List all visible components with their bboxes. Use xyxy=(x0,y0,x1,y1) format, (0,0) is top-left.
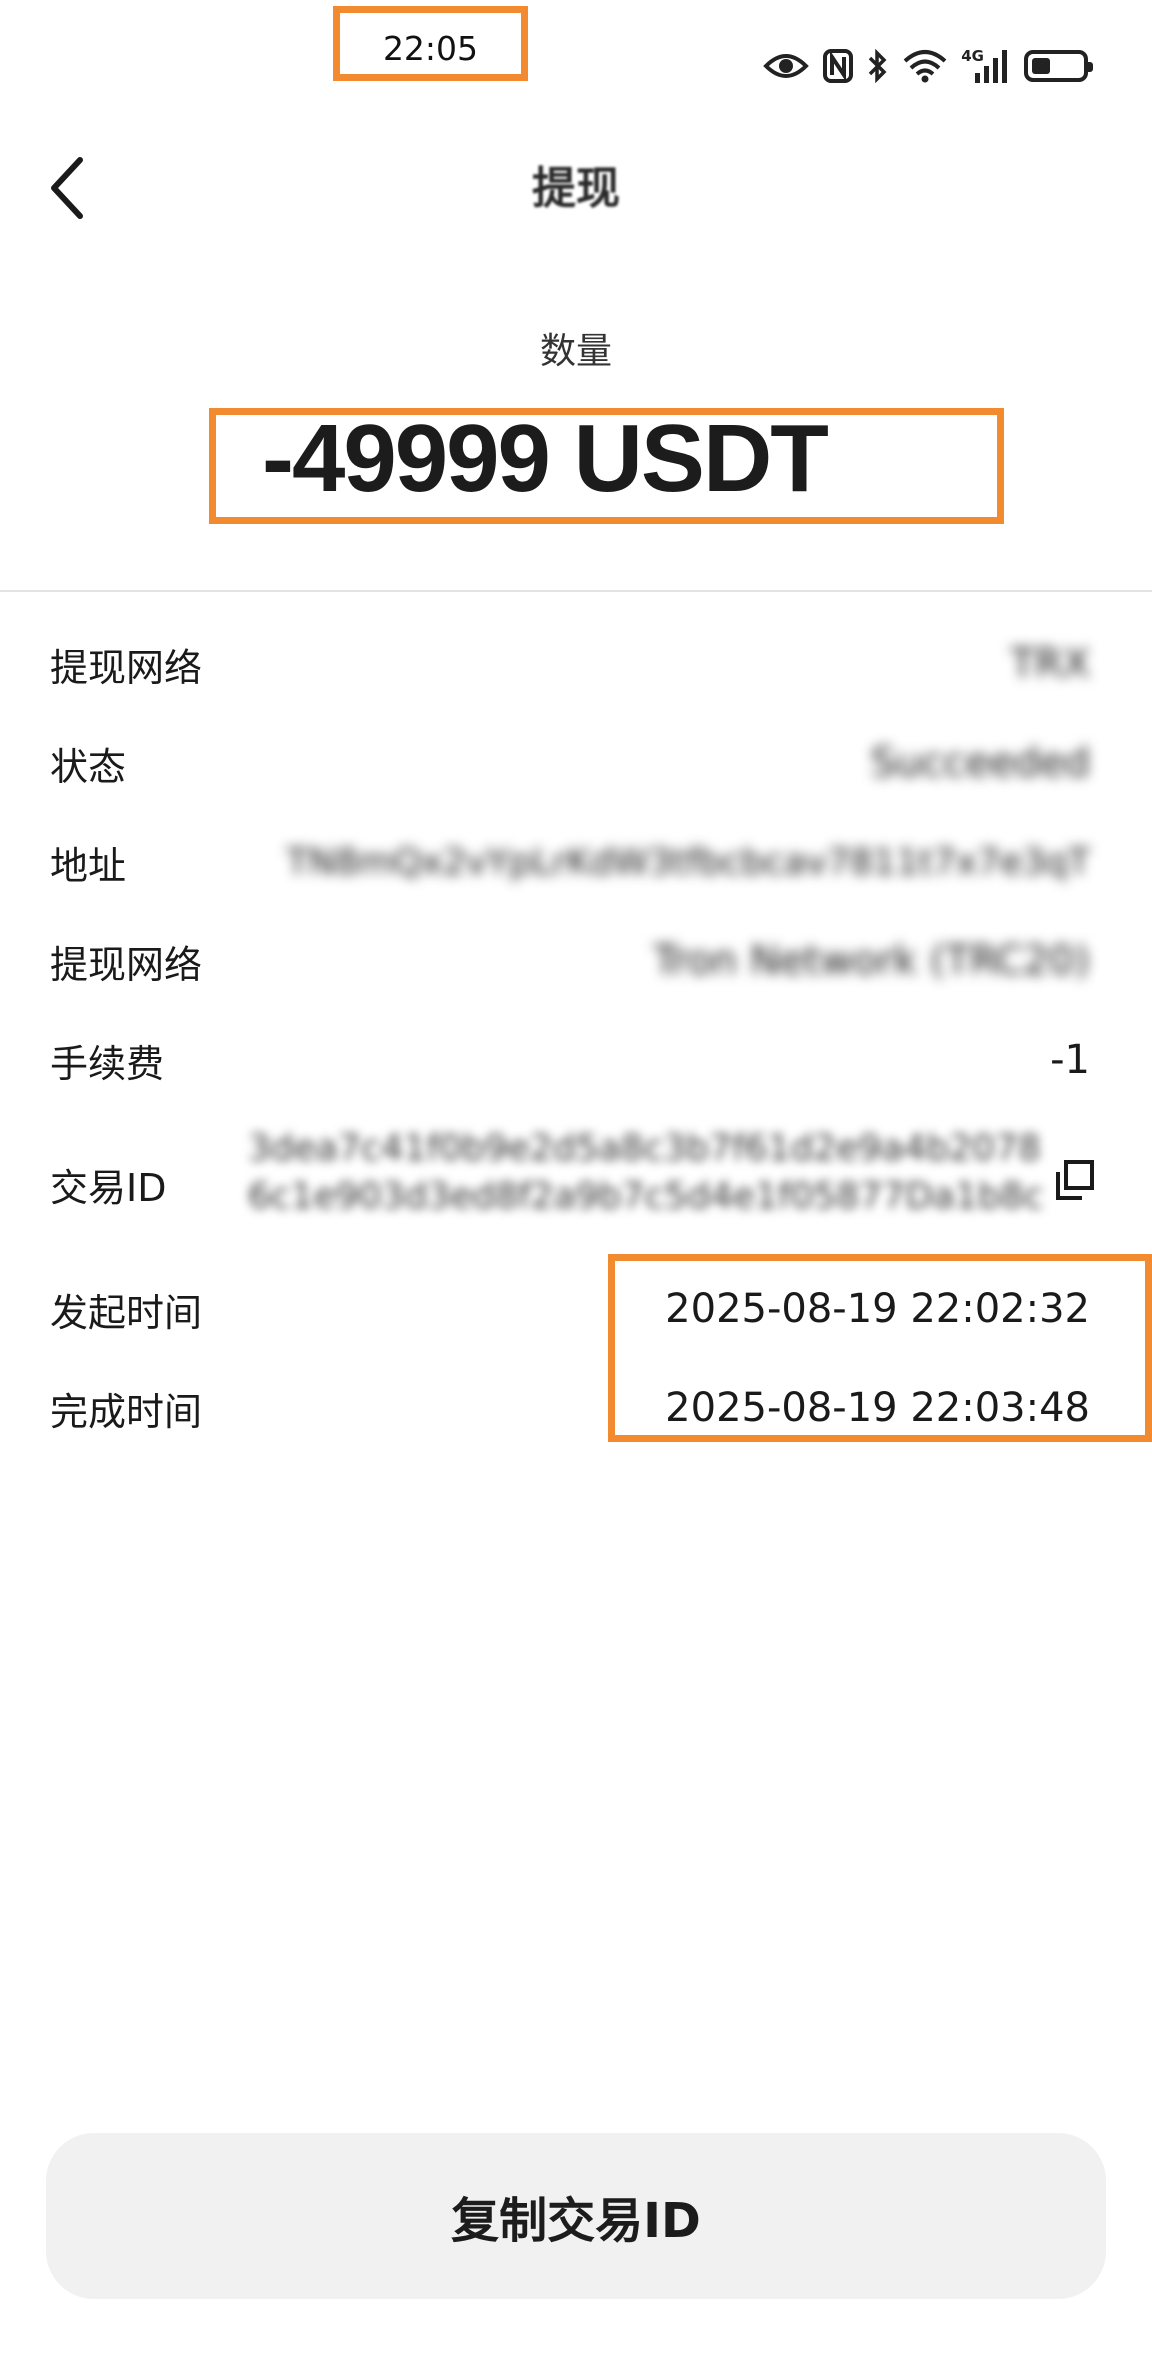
detail-row-status: 状态 Succeeded xyxy=(50,733,1090,793)
amount-value: -49999 USDT xyxy=(262,405,829,512)
signal-icon: 4G xyxy=(961,47,1010,83)
network-type-label: 4G xyxy=(961,47,984,65)
fee-value: -1 xyxy=(1050,1037,1090,1083)
status-icons: 4G xyxy=(763,44,1093,88)
initiated-label: 发起时间 xyxy=(50,1290,203,1335)
detail-row-txid: 交易ID xyxy=(50,1154,166,1214)
txid-line-1: 3dea7c41f0b9e2d5a8c3b7f61d2e9a4b2078ab7d… xyxy=(248,1128,1043,1169)
status-label: 状态 xyxy=(50,744,127,789)
bluetooth-icon xyxy=(867,48,889,84)
network2-value: Tron Network (TRC20) xyxy=(653,938,1090,984)
txid-line-2: 6c1e903d3ed8f2a9b7c5d4e1f05877Da1b8c3e9a… xyxy=(248,1176,1043,1217)
nfc-icon xyxy=(823,49,854,83)
address-value[interactable]: TN8mQx2vYpLrKdW3tfbcbcav7811t7x7e3qT xyxy=(286,842,1090,883)
eye-icon xyxy=(763,51,810,81)
txid-label: 交易ID xyxy=(50,1165,167,1210)
status-time: 22:05 xyxy=(382,29,479,68)
detail-row-address: 地址 TN8mQx2vYpLrKdW3tfbcbcav7811t7x7e3qT xyxy=(50,832,1090,892)
withdrawal-detail-screen: 22:05 4G 提现 数量 -49999 USDT 提现网络 TRX 状态 S… xyxy=(0,0,1152,2376)
copy-txid-button[interactable]: 复制交易ID xyxy=(46,2133,1106,2299)
time-highlight xyxy=(608,1254,1152,1442)
detail-row-network-2: 提现网络 Tron Network (TRC20) xyxy=(50,931,1090,991)
address-label: 地址 xyxy=(50,843,127,888)
battery-icon xyxy=(1024,50,1093,82)
detail-row-fee: 手续费 -1 xyxy=(50,1030,1090,1090)
wifi-icon xyxy=(903,49,947,83)
status-time-highlight: 22:05 xyxy=(333,6,528,81)
network-label: 提现网络 xyxy=(50,645,203,690)
network-value: TRX xyxy=(1010,641,1090,687)
detail-row-network: 提现网络 TRX xyxy=(50,634,1090,694)
fee-label: 手续费 xyxy=(50,1041,165,1086)
status-value: Succeeded xyxy=(870,740,1090,786)
completed-label: 完成时间 xyxy=(50,1389,203,1434)
amount-label: 数量 xyxy=(539,331,612,372)
divider xyxy=(0,590,1152,592)
network2-label: 提现网络 xyxy=(50,942,203,987)
page-title: 提现 xyxy=(532,163,620,214)
copy-icon[interactable] xyxy=(1054,1160,1094,1200)
txid-value[interactable]: 3dea7c41f0b9e2d5a8c3b7f61d2e9a4b2078ab7d… xyxy=(248,1128,1043,1224)
